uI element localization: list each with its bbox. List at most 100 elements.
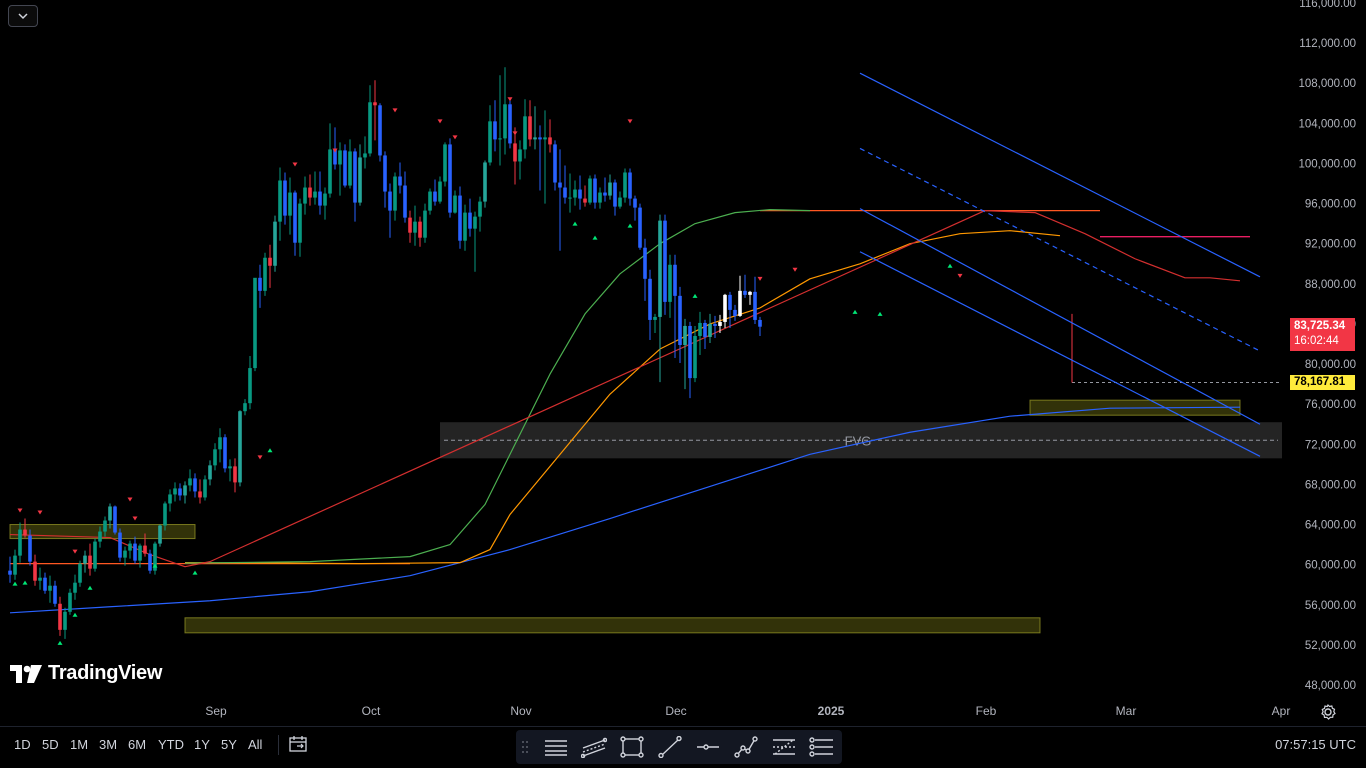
candle-body [708, 323, 712, 337]
candle-body [528, 116, 532, 140]
candle [568, 173, 572, 213]
candle-body [388, 191, 392, 211]
chevron-down-icon [18, 13, 28, 20]
candle-body [238, 411, 242, 483]
sell-signal-marker [127, 497, 133, 502]
time-tick-label: Apr [1272, 704, 1291, 718]
candle-body [248, 368, 252, 404]
candle [498, 75, 502, 166]
range-button-5d[interactable]: 5D [42, 737, 59, 752]
collapse-panel-button[interactable] [8, 5, 38, 27]
candle [33, 554, 37, 586]
time-tick-label: Nov [510, 704, 531, 718]
candle [113, 505, 117, 535]
rectangle-tool[interactable] [618, 735, 646, 759]
candle-body [418, 221, 422, 238]
polyline-tool[interactable] [732, 735, 760, 759]
candle [463, 204, 467, 251]
candle-body [83, 555, 87, 564]
candle-body [373, 102, 377, 106]
utc-clock[interactable]: 07:57:15 UTC [1275, 737, 1356, 752]
go-to-date-button[interactable] [289, 735, 309, 756]
time-tick-label: Feb [976, 704, 997, 718]
range-button-1y[interactable]: 1Y [194, 737, 210, 752]
candle [638, 203, 642, 250]
range-button-all[interactable]: All [248, 737, 262, 752]
candle-body [188, 478, 192, 486]
candle [508, 98, 512, 149]
candle [178, 483, 182, 501]
price-tick-label: 64,000.00 [1305, 520, 1356, 532]
supply-zone [9, 524, 196, 540]
candle [753, 276, 757, 324]
candle [378, 103, 382, 162]
candle [528, 100, 532, 147]
horizontal-line-tool[interactable] [694, 735, 722, 759]
candle-body [383, 155, 387, 192]
candle-body [198, 491, 202, 498]
candle [553, 140, 557, 191]
candle-body [583, 198, 587, 203]
candle-body [693, 335, 697, 379]
buy-signal-marker [947, 263, 953, 268]
long-position-tool[interactable] [542, 735, 570, 759]
candle [648, 269, 652, 340]
chart-settings-button[interactable] [1319, 703, 1337, 721]
candle [243, 399, 247, 416]
candle-body [243, 403, 247, 412]
drawing-toolbar [516, 730, 842, 764]
candle [213, 443, 217, 471]
candle-body [178, 488, 182, 496]
price-tick-label: 48,000.00 [1305, 680, 1356, 692]
candle [438, 176, 442, 204]
candle-body [453, 195, 457, 213]
candle [563, 165, 567, 204]
candle-body [278, 180, 282, 222]
candle [433, 179, 437, 206]
fib-retracement-tool[interactable] [770, 735, 798, 759]
channel-line [859, 208, 1261, 425]
sell-signal-marker [792, 267, 798, 272]
drag-handle-icon [522, 741, 528, 753]
buy-signal-marker [72, 612, 78, 617]
candle [368, 85, 372, 157]
candle [128, 540, 132, 559]
candle-body [758, 319, 762, 327]
trend-line-tool[interactable] [656, 735, 684, 759]
range-button-6m[interactable]: 6M [128, 737, 146, 752]
range-button-5y[interactable]: 5Y [221, 737, 237, 752]
candle-body [13, 555, 17, 575]
candle [693, 325, 697, 383]
candle-body [608, 182, 612, 196]
price-chart[interactable]: FVG 116,000.00112,000.00108,000.00104,00… [0, 0, 1366, 726]
candle-body [128, 543, 132, 551]
candle [208, 460, 212, 486]
candle [518, 140, 522, 180]
range-button-1m[interactable]: 1M [70, 737, 88, 752]
candle [583, 185, 587, 207]
candle-body [603, 192, 607, 196]
candle [633, 195, 637, 221]
price-tick-label: 104,000.00 [1298, 118, 1356, 130]
candle [418, 216, 422, 247]
candle [218, 428, 222, 463]
candle-body [78, 563, 82, 583]
candle-body [398, 176, 402, 186]
candle [358, 144, 362, 206]
range-button-1d[interactable]: 1D [14, 737, 31, 752]
candle [613, 179, 617, 216]
candle [238, 410, 242, 487]
candle-body [273, 221, 277, 266]
candle-body [743, 290, 747, 295]
candle-body [703, 322, 707, 337]
buy-signal-marker [267, 448, 273, 453]
candle [758, 316, 762, 336]
regression-trend-tool[interactable] [580, 735, 608, 759]
range-button-3m[interactable]: 3M [99, 737, 117, 752]
range-button-ytd[interactable]: YTD [158, 737, 184, 752]
drag-handle[interactable] [518, 735, 532, 759]
candle-body [353, 151, 357, 203]
candle-body [313, 191, 317, 198]
fib-extension-tool[interactable] [808, 735, 836, 759]
sell-signal-marker [17, 508, 23, 513]
